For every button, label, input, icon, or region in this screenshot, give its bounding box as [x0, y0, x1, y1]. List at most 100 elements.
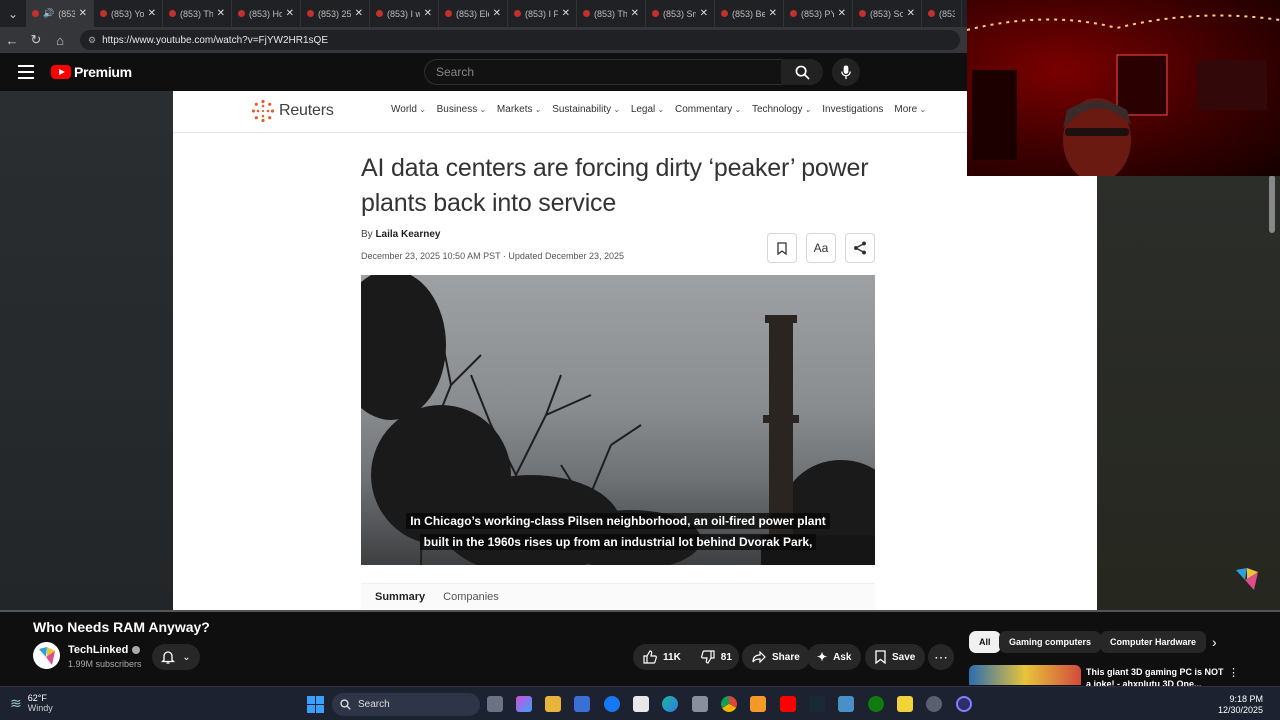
windows-start-icon[interactable] [307, 696, 324, 713]
recommended-video-title[interactable]: This giant 3D gaming PC is NOT a joke! -… [1086, 666, 1226, 686]
search-input[interactable]: Search [424, 59, 782, 85]
close-tab-icon[interactable]: ✕ [631, 8, 639, 19]
more-actions-icon[interactable]: ⋯ [928, 644, 954, 670]
youtube-logo[interactable]: Premium [51, 64, 132, 80]
app-icon[interactable] [838, 696, 854, 712]
store-icon[interactable] [574, 696, 590, 712]
ask-button[interactable]: ✦ Ask [807, 644, 862, 670]
reuters-article-page: Reuters World ⌄ Business ⌄ Markets ⌄ Sustai… [173, 91, 1097, 610]
url-text: https://www.youtube.com/watch?v=FjYW2HR1… [102, 34, 328, 46]
nav-item-investigations: Investigations [822, 104, 884, 115]
youtube-favicon-icon [445, 10, 452, 17]
speaker-icon: 🔊 [43, 8, 55, 18]
browser-tab[interactable]: (853) Ho ✕ [232, 0, 301, 27]
browser-tab[interactable]: (853) Th ✕ [577, 0, 646, 27]
browser-tab[interactable]: (853) Th ✕ [163, 0, 232, 27]
like-button[interactable]: 11K [633, 644, 691, 670]
amazon-icon[interactable] [633, 696, 649, 712]
sticky-notes-icon[interactable] [897, 696, 913, 712]
youtube-favicon-icon [790, 10, 797, 17]
share-arrow-icon [752, 651, 766, 663]
youtube-app-icon[interactable] [780, 696, 796, 712]
close-tab-icon[interactable]: ✕ [355, 8, 363, 19]
back-icon[interactable]: ← [0, 28, 24, 52]
browser-tab[interactable]: (853) Ele✕ [439, 0, 508, 27]
edge-icon[interactable] [662, 696, 678, 712]
close-tab-icon[interactable]: ✕ [148, 8, 156, 19]
scrollbar[interactable] [1269, 175, 1275, 233]
youtube-favicon-icon [652, 10, 659, 17]
nav-item-commentary: Commentary ⌄ [674, 104, 741, 115]
nav-item-legal: Legal ⌄ [630, 104, 664, 115]
close-tab-icon[interactable]: ✕ [562, 8, 570, 19]
close-tab-icon[interactable]: ✕ [838, 8, 846, 19]
video-progress-bar[interactable] [0, 610, 1280, 612]
close-tab-icon[interactable]: ✕ [217, 8, 225, 19]
browser-tab[interactable]: (853) 25 ✕ [301, 0, 370, 27]
copilot-icon[interactable] [516, 696, 532, 712]
search-icon [340, 699, 351, 710]
channel-avatar[interactable] [33, 642, 60, 669]
browser-tab[interactable]: (853) So ✕ [853, 0, 922, 27]
dislike-button[interactable]: 81 [691, 644, 742, 670]
settings-icon[interactable] [926, 696, 942, 712]
url-field[interactable]: ⚙ https://www.youtube.com/watch?v=FjYW2H… [80, 30, 960, 50]
youtube-favicon-icon [721, 10, 728, 17]
nav-item-technology: Technology ⌄ [751, 104, 812, 115]
search-button[interactable] [781, 59, 823, 85]
close-tab-icon[interactable]: ✕ [700, 8, 708, 19]
app-icon[interactable] [750, 696, 766, 712]
notification-bell-button[interactable]: ⌄ [152, 644, 200, 670]
system-clock[interactable]: 9:18 PM 12/30/2025 [1218, 694, 1263, 716]
close-tab-icon[interactable]: ✕ [79, 8, 87, 19]
browser-tab[interactable]: (853) PY ✕ [784, 0, 853, 27]
browser-tab[interactable]: (853) I w ✕ [370, 0, 439, 27]
webcam-overlay [967, 0, 1280, 176]
more-vertical-icon[interactable]: ⋮ [1228, 666, 1239, 679]
close-tab-icon[interactable]: ✕ [424, 8, 432, 19]
reload-icon[interactable]: ↻ [24, 28, 48, 52]
voice-search-button[interactable] [832, 58, 860, 86]
calculator-icon[interactable] [692, 696, 708, 712]
browser-tab[interactable]: (853) Yo ✕ [94, 0, 163, 27]
facebook-icon[interactable] [604, 696, 620, 712]
weather-widget[interactable]: ≋ 62°F Windy [10, 693, 53, 713]
xbox-icon[interactable] [868, 696, 884, 712]
bookmark-button [767, 233, 797, 263]
share-button[interactable]: Share [742, 644, 810, 670]
video-side-background [0, 91, 173, 610]
chevron-right-icon[interactable]: › [1212, 634, 1217, 650]
browser-tab[interactable]: 🔊 (853 ✕ [26, 0, 94, 27]
recommended-video-thumbnail[interactable] [969, 665, 1081, 685]
browser-tab[interactable]: (853) Be ✕ [715, 0, 784, 27]
close-tab-icon[interactable]: ✕ [286, 8, 294, 19]
chip-computer-hardware[interactable]: Computer Hardware [1100, 631, 1207, 653]
browser-tab[interactable]: (853) Sm✕ [646, 0, 715, 27]
tab-list-dropdown-icon[interactable]: ⌄ [0, 0, 26, 27]
channel-watermark-icon[interactable] [1234, 566, 1260, 592]
tab-companies: Companies [443, 591, 499, 603]
chrome-icon[interactable] [721, 696, 737, 712]
home-icon[interactable]: ⌂ [48, 28, 72, 52]
chip-all[interactable]: All [969, 631, 1001, 653]
menu-icon[interactable] [18, 65, 34, 79]
steam-icon[interactable] [809, 696, 825, 712]
task-view-icon[interactable] [487, 696, 503, 712]
channel-name[interactable]: TechLinked [68, 644, 141, 656]
close-tab-icon[interactable]: ✕ [493, 8, 501, 19]
youtube-favicon-icon [514, 10, 521, 17]
file-explorer-icon[interactable] [545, 696, 561, 712]
close-tab-icon[interactable]: ✕ [769, 8, 777, 19]
site-info-icon[interactable]: ⚙ [88, 35, 96, 46]
chip-gaming-computers[interactable]: Gaming computers [999, 631, 1102, 653]
youtube-favicon-icon [583, 10, 590, 17]
youtube-favicon-icon [100, 10, 107, 17]
taskbar-search[interactable]: Search [332, 693, 480, 716]
close-tab-icon[interactable]: ✕ [907, 8, 915, 19]
browser-tab[interactable]: (853 [922, 0, 962, 27]
obs-icon[interactable] [956, 696, 972, 712]
nav-item-world: World ⌄ [391, 104, 426, 115]
save-button[interactable]: Save [865, 644, 926, 670]
search-icon [795, 65, 810, 80]
browser-tab[interactable]: (853) I F ✕ [508, 0, 577, 27]
